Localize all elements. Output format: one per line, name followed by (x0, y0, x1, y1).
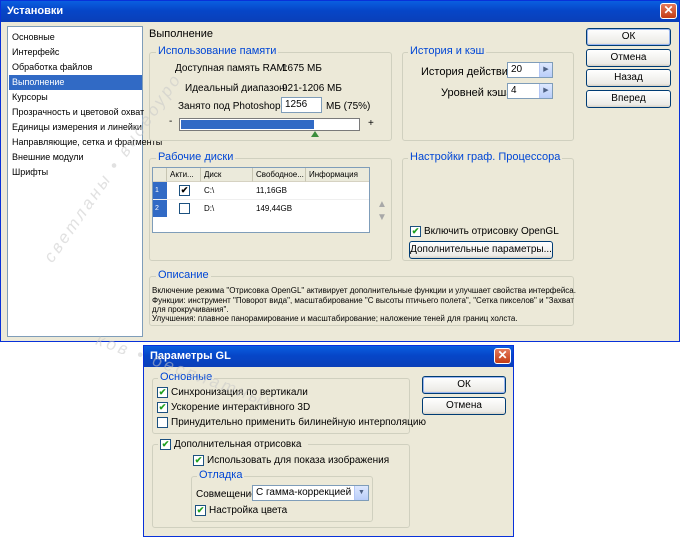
ram-label: Доступная память RAM: (175, 63, 288, 74)
slider-thumb-icon[interactable] (311, 131, 319, 137)
preferences-titlebar: Установки (1, 1, 679, 22)
col-header-info[interactable]: Информация (306, 168, 369, 182)
advanced-drawing-checkbox[interactable]: ✔ (160, 439, 171, 450)
color-tuning-label: Настройка цвета (209, 505, 288, 516)
used-unit: МБ (75%) (326, 101, 371, 112)
bilinear-checkbox[interactable] (157, 417, 168, 428)
disk-name: D:\ (204, 204, 215, 213)
scratch-disks-table: Акти... Диск Свободное... Информация 1 ✔… (152, 167, 370, 233)
slider-minus: - (169, 116, 173, 127)
row-number-cell: 2 (153, 200, 167, 217)
disk-free: 149,44GB (256, 204, 293, 213)
description-line: для прокручивания". (152, 305, 229, 314)
use-for-display-label: Использовать для показа изображения (207, 455, 390, 466)
arrow-right-icon[interactable]: ▶ (539, 63, 552, 77)
cache-levels-input[interactable]: 4 ▶ (507, 83, 553, 99)
scratch-disks-title: Рабочие диски (156, 151, 236, 163)
accel-3d-checkbox[interactable]: ✔ (157, 402, 168, 413)
enable-opengl-checkbox[interactable]: ✔ (410, 226, 421, 237)
disk-name: C:\ (204, 186, 215, 195)
description-line: Улучшения: плавное панорамирование и мас… (152, 314, 518, 323)
nav-item-6[interactable]: Единицы измерения и линейки (9, 120, 142, 135)
slider-plus: + (368, 118, 374, 129)
history-actions-value: 20 (511, 64, 523, 75)
cache-levels-label: Уровней кэша: (441, 87, 516, 99)
disk-free: 11,16GB (256, 186, 287, 195)
vsync-checkbox[interactable]: ✔ (157, 387, 168, 398)
move-down-icon[interactable]: ▼ (377, 212, 387, 223)
blend-mode-label: Совмещение: (196, 489, 260, 500)
bilinear-label: Принудительно применить билинейную интер… (171, 417, 426, 428)
col-header-free[interactable]: Свободное... (253, 168, 306, 182)
col-header-active[interactable]: Акти... (167, 168, 201, 182)
cancel-button[interactable]: Отмена (586, 49, 671, 67)
nav-item-0[interactable]: Основные (9, 30, 142, 45)
used-memory-input[interactable]: 1256 (281, 97, 322, 113)
arrow-right-icon[interactable]: ▶ (539, 84, 552, 98)
table-row[interactable]: 2 D:\ 149,44GB (153, 199, 369, 217)
blend-mode-value: С гамма-коррекцией (256, 487, 352, 498)
use-for-display-checkbox[interactable]: ✔ (193, 455, 204, 466)
gpu-group-title: Настройки граф. Процессора (408, 151, 563, 163)
ram-value: 1675 МБ (282, 63, 322, 74)
memory-slider[interactable] (179, 118, 360, 131)
nav-item-3[interactable]: Выполнение (9, 75, 142, 90)
disk-active-checkbox[interactable] (179, 203, 190, 214)
back-button[interactable]: Назад (586, 69, 671, 87)
history-actions-label: История действий: (421, 66, 518, 78)
table-row[interactable]: 1 ✔ C:\ 11,16GB (153, 182, 369, 199)
accel-3d-label: Ускорение интерактивного 3D (171, 402, 311, 413)
gl-ok-button[interactable]: ОК (422, 376, 506, 394)
close-icon[interactable]: ✕ (494, 348, 511, 364)
panel-title: Выполнение (149, 28, 214, 40)
close-icon[interactable]: ✕ (660, 3, 677, 19)
disk-active-checkbox[interactable]: ✔ (179, 185, 190, 196)
description-title: Описание (156, 269, 211, 281)
nav-item-4[interactable]: Курсоры (9, 90, 142, 105)
memory-slider-fill (181, 120, 314, 129)
ideal-label: Идеальный диапазон: (185, 83, 288, 94)
description-line: Включение режима "Отрисовка OpenGL" акти… (152, 286, 576, 295)
ok-button[interactable]: ОК (586, 28, 671, 46)
history-actions-input[interactable]: 20 ▶ (507, 62, 553, 78)
category-list: Основные Интерфейс Обработка файлов Выпо… (7, 26, 162, 337)
enable-opengl-label: Включить отрисовку OpenGL (424, 226, 559, 237)
preferences-title: Установки (7, 5, 64, 17)
nav-item-5[interactable]: Прозрачность и цветовой охват (9, 105, 144, 120)
gl-cancel-button[interactable]: Отмена (422, 397, 506, 415)
gl-titlebar: Параметры GL (144, 346, 513, 367)
gl-debug-title: Отладка (197, 469, 245, 481)
col-header-num (153, 168, 167, 182)
blend-mode-select[interactable]: С гамма-коррекцией ▼ (252, 485, 369, 501)
chevron-down-icon[interactable]: ▼ (354, 486, 368, 500)
cache-levels-value: 4 (511, 85, 517, 96)
color-tuning-checkbox[interactable]: ✔ (195, 505, 206, 516)
advanced-drawing-label: Дополнительная отрисовка (174, 439, 302, 450)
memory-group-title: Использование памяти (156, 45, 279, 57)
row-number-cell: 1 (153, 182, 167, 199)
col-header-disk[interactable]: Диск (201, 168, 253, 182)
nav-item-1[interactable]: Интерфейс (9, 45, 142, 60)
history-group-title: История и кэш (408, 45, 487, 57)
ideal-value: 921-1206 МБ (282, 83, 342, 94)
advanced-settings-button[interactable]: Дополнительные параметры... (409, 241, 553, 259)
used-label: Занято под Photoshop: (178, 101, 284, 112)
move-up-icon[interactable]: ▲ (377, 199, 387, 210)
description-line: Функции: инструмент "Поворот вида", масш… (152, 296, 575, 305)
next-button[interactable]: Вперед (586, 90, 671, 108)
nav-item-2[interactable]: Обработка файлов (9, 60, 142, 75)
